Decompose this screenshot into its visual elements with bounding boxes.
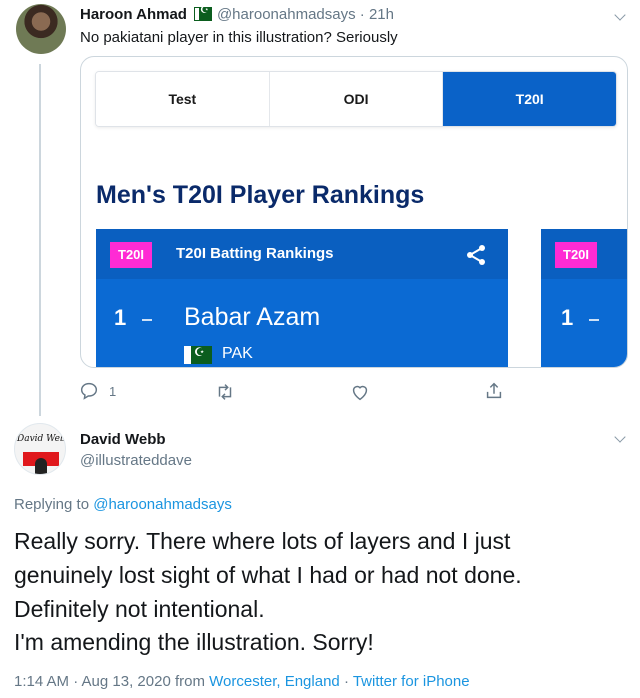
rank-change-dash <box>142 319 152 321</box>
thread-connector-line <box>39 64 41 416</box>
rankings-title: Men's T20I Player Rankings <box>96 181 425 209</box>
tweet-header: Haroon Ahmad @haroonahmadsays · 21h <box>80 5 394 23</box>
pakistan-flag-icon <box>184 345 212 364</box>
replying-prefix: Replying to <box>14 496 90 513</box>
embedded-image[interactable]: Test ODI T20I Men's T20I Player Rankings… <box>80 56 628 368</box>
rank-number: 1 <box>114 305 127 330</box>
country-code: PAK <box>222 345 253 362</box>
tweet-timestamp: 1:14 AM · Aug 13, 2020 from Worcester, E… <box>14 673 470 690</box>
avatar-figure <box>35 458 47 474</box>
signature-logo: David Webb <box>17 434 66 444</box>
avatar[interactable] <box>16 4 66 54</box>
format-badge: T20I <box>110 242 153 268</box>
side-rankings-panel: T20I 1 <box>541 229 627 367</box>
like-icon[interactable] <box>349 381 371 403</box>
author-handle[interactable]: @haroonahmadsays <box>217 6 356 23</box>
share-tweet-icon[interactable] <box>483 380 505 402</box>
tweet-text: No pakiatani player in this illustration… <box>80 29 398 46</box>
tweet-time[interactable]: 21h <box>369 6 394 23</box>
tweet-text-line: I'm amending the illustration. Sorry! <box>14 629 374 655</box>
time-separator: · <box>355 6 369 23</box>
avatar[interactable]: David Webb <box>14 423 66 475</box>
separator: · <box>343 673 349 690</box>
player-name: Babar Azam <box>184 303 321 331</box>
reply-icon[interactable] <box>78 380 100 402</box>
tweet-text-line: Definitely not intentional. <box>14 596 265 622</box>
author-name[interactable]: Haroon Ahmad <box>80 6 187 23</box>
author-name[interactable]: David Webb <box>80 431 166 448</box>
replying-to-link[interactable]: @haroonahmadsays <box>93 496 232 513</box>
share-icon <box>467 245 485 265</box>
pakistan-flag-icon <box>193 5 212 21</box>
tab-t20i: T20I <box>443 72 616 126</box>
tweet-text-line: genuinely lost sight of what I had or ha… <box>14 562 522 588</box>
replying-to: Replying to @haroonahmadsays <box>14 496 232 513</box>
tweet-text-line: Really sorry. There where lots of layers… <box>14 528 511 554</box>
author-handle[interactable]: @illustrateddave <box>80 452 192 469</box>
batting-rankings-panel: T20I T20I Batting Rankings 1 Babar Azam … <box>96 229 508 367</box>
client-link[interactable]: Twitter for iPhone <box>353 673 470 690</box>
format-tabs: Test ODI T20I <box>95 71 617 127</box>
tweet-time[interactable]: 1:14 AM · Aug 13, 2020 from <box>14 673 205 690</box>
rank-number: 1 <box>561 305 574 330</box>
panel-heading: T20I Batting Rankings <box>176 245 334 262</box>
tab-test: Test <box>96 72 270 126</box>
caret-down-icon[interactable] <box>614 432 626 444</box>
rank-change-dash <box>589 319 599 321</box>
retweet-icon[interactable] <box>214 381 236 403</box>
reply-count: 1 <box>109 384 117 399</box>
tab-odi: ODI <box>269 72 444 126</box>
location-link[interactable]: Worcester, England <box>209 673 340 690</box>
caret-down-icon[interactable] <box>614 10 626 22</box>
format-badge: T20I <box>555 242 598 268</box>
